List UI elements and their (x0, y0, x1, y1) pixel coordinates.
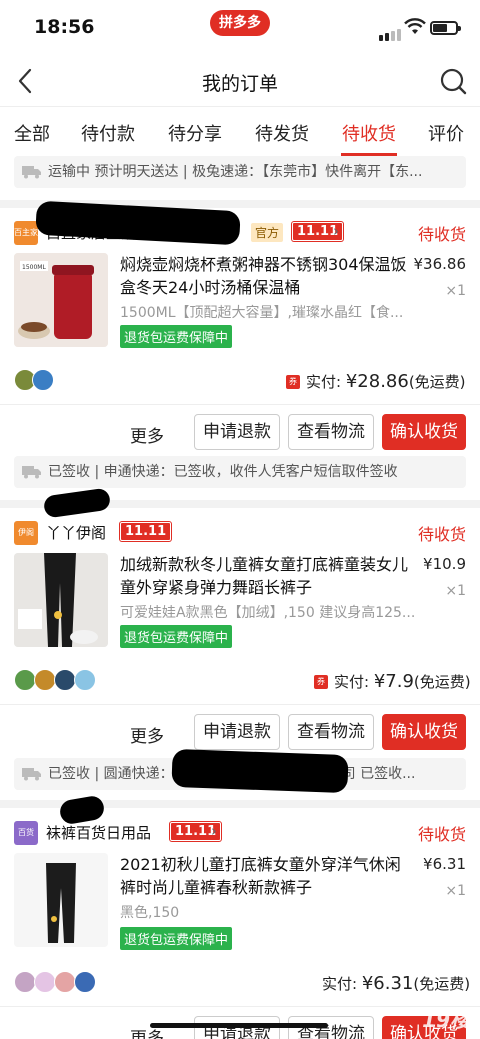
order-status: 待收货 (417, 525, 466, 544)
product-thumbnail[interactable] (14, 853, 108, 947)
divider (0, 1006, 480, 1007)
order-card: 百主家 白直家居生活官方旗舰店 官方 11.11 › 待收货 1500ML 焖烧… (0, 200, 480, 500)
cellular-signal-icon (379, 22, 403, 41)
avatar (74, 669, 96, 691)
leggings-image (14, 553, 108, 647)
tab-reviews[interactable]: 评价 (428, 120, 464, 146)
truck-icon (22, 768, 41, 781)
refund-button[interactable]: 申请退款 (194, 714, 280, 750)
status-time: 18:56 (34, 16, 95, 38)
status-bar: 18:56 拼多多 (0, 0, 480, 56)
avatar (74, 971, 96, 993)
paid-label: 实付: (306, 373, 342, 391)
shipping-guarantee-badge: 退货包运费保障中 (120, 325, 233, 348)
chevron-right-icon[interactable]: › (211, 822, 217, 840)
search-icon[interactable] (438, 66, 468, 96)
view-logistics-button[interactable]: 查看物流 (288, 414, 374, 450)
product-title[interactable]: 焖烧壶焖烧杯煮粥神器不锈钢304保温饭盒冬天24小时汤桶保温桶 (120, 253, 410, 299)
tracking-text: 运输中 预计明天送达 | 极兔速递：【东莞市】快件离开【东... (48, 164, 423, 180)
product-quantity: ×1 (445, 283, 466, 299)
avatar (32, 369, 54, 391)
order-card: 百货 袜裤百货日用品 11.11 › 待收货 2021初秋儿童打底裤女童外穿洋气… (0, 794, 480, 1039)
paid-amount: 实付: ¥28.86(免运费) (306, 371, 466, 392)
home-indicator[interactable] (150, 1023, 328, 1028)
redaction-mark (171, 748, 349, 794)
confirm-receipt-button[interactable]: 确认收货 (382, 414, 466, 450)
avatar (34, 971, 56, 993)
app-indicator-pill[interactable]: 拼多多 (210, 10, 270, 36)
order-card: 伊阁 丫丫伊阁 11.11 待收货 加绒新款秋冬儿童裤女童打底裤童装女儿童外穿紧… (0, 487, 480, 800)
official-badge: 官方 (251, 223, 284, 242)
order-card-previous: 运输中 预计明天送达 | 极兔速递：【东莞市】快件离开【东... (0, 156, 480, 200)
shipping-guarantee-badge: 退货包运费保障中 (120, 625, 233, 648)
paid-value: ¥7.9 (373, 671, 414, 692)
product-title[interactable]: 2021初秋儿童打底裤女童外穿洋气休闲裤时尚儿童裤春秋新款裤子 (120, 853, 410, 899)
product-price: ¥6.31 (423, 855, 466, 873)
tracking-text: 已签收 | 申通快递：已签收，收件人凭客户短信取件签收 (48, 464, 398, 480)
product-price: ¥10.9 (423, 555, 466, 573)
shop-logo[interactable]: 伊阁 (14, 521, 38, 545)
order-status: 待收货 (417, 225, 466, 244)
product-spec: 1500ML【顶配超大容量】,璀璨水晶红【食... (120, 305, 404, 321)
tab-pending-payment[interactable]: 待付款 (81, 120, 135, 146)
tab-pending-share[interactable]: 待分享 (168, 120, 222, 146)
thermos-image: 1500ML (14, 253, 108, 347)
avatar (34, 669, 56, 691)
avatar (54, 669, 76, 691)
paid-note: (免运费) (413, 673, 471, 691)
product-thumbnail[interactable] (14, 553, 108, 647)
thumb-label: 1500ML (22, 264, 46, 271)
paid-amount: 实付: ¥7.9(免运费) (334, 671, 471, 692)
watermark: 19楼 (422, 1008, 470, 1032)
shop-name[interactable]: 丫丫伊阁 (46, 522, 106, 543)
paid-amount: 实付: ¥6.31(免运费) (322, 973, 470, 994)
view-logistics-button[interactable]: 查看物流 (288, 714, 374, 750)
tracking-info[interactable]: 运输中 预计明天送达 | 极兔速递：【东莞市】快件离开【东... (14, 156, 466, 188)
paid-value: ¥6.31 (361, 973, 414, 994)
order-status: 待收货 (417, 825, 466, 844)
chevron-right-icon[interactable]: › (333, 222, 339, 240)
shop-logo[interactable]: 百主家 (14, 221, 38, 245)
product-thumbnail[interactable]: 1500ML (14, 253, 108, 347)
paid-note: (免运费) (413, 975, 471, 993)
tracking-info[interactable]: 已签收 | 申通快递：已签收，收件人凭客户短信取件签收 (14, 456, 466, 488)
coupon-icon: 券 (314, 675, 328, 689)
shipping-guarantee-badge: 退货包运费保障中 (120, 927, 233, 950)
refund-button[interactable]: 申请退款 (194, 414, 280, 450)
shop-name[interactable]: 袜裤百货日用品 (46, 822, 151, 843)
wifi-icon (404, 18, 426, 34)
truck-icon (22, 166, 41, 179)
battery-icon (430, 21, 461, 35)
product-spec: 黑色,150 (120, 905, 180, 921)
tab-pending-shipment[interactable]: 待发货 (255, 120, 309, 146)
avatar (14, 971, 36, 993)
paid-note: (免运费) (408, 373, 466, 391)
paid-value: ¥28.86 (345, 371, 409, 392)
tab-all[interactable]: 全部 (14, 120, 50, 146)
tab-pending-receipt[interactable]: 待收货 (342, 120, 396, 146)
nav-bar: 我的订单 (0, 56, 480, 106)
truck-icon (22, 466, 41, 479)
promo-1111-badge: 11.11 (120, 522, 172, 541)
divider (0, 704, 480, 705)
order-tabs: 全部 待付款 待分享 待发货 待收货 评价 (0, 106, 480, 156)
pants-image (14, 853, 108, 947)
product-title[interactable]: 加绒新款秋冬儿童裤女童打底裤童装女儿童外穿紧身弹力舞蹈长裤子 (120, 553, 410, 599)
shop-logo[interactable]: 百货 (14, 821, 38, 845)
coupon-icon: 券 (286, 375, 300, 389)
product-quantity: ×1 (445, 583, 466, 599)
page-title: 我的订单 (201, 73, 278, 95)
divider (0, 404, 480, 405)
product-price: ¥36.86 (413, 255, 467, 273)
more-button[interactable]: 更多 (130, 722, 164, 747)
avatar (54, 971, 76, 993)
more-button[interactable]: 更多 (130, 422, 164, 447)
paid-label: 实付: (322, 975, 358, 993)
paid-label: 实付: (334, 673, 370, 691)
product-quantity: ×1 (445, 883, 466, 899)
confirm-receipt-button[interactable]: 确认收货 (382, 714, 466, 750)
avatar (14, 669, 36, 691)
product-spec: 可爱娃娃A款黑色【加绒】,150 建议身高125... (120, 605, 416, 621)
